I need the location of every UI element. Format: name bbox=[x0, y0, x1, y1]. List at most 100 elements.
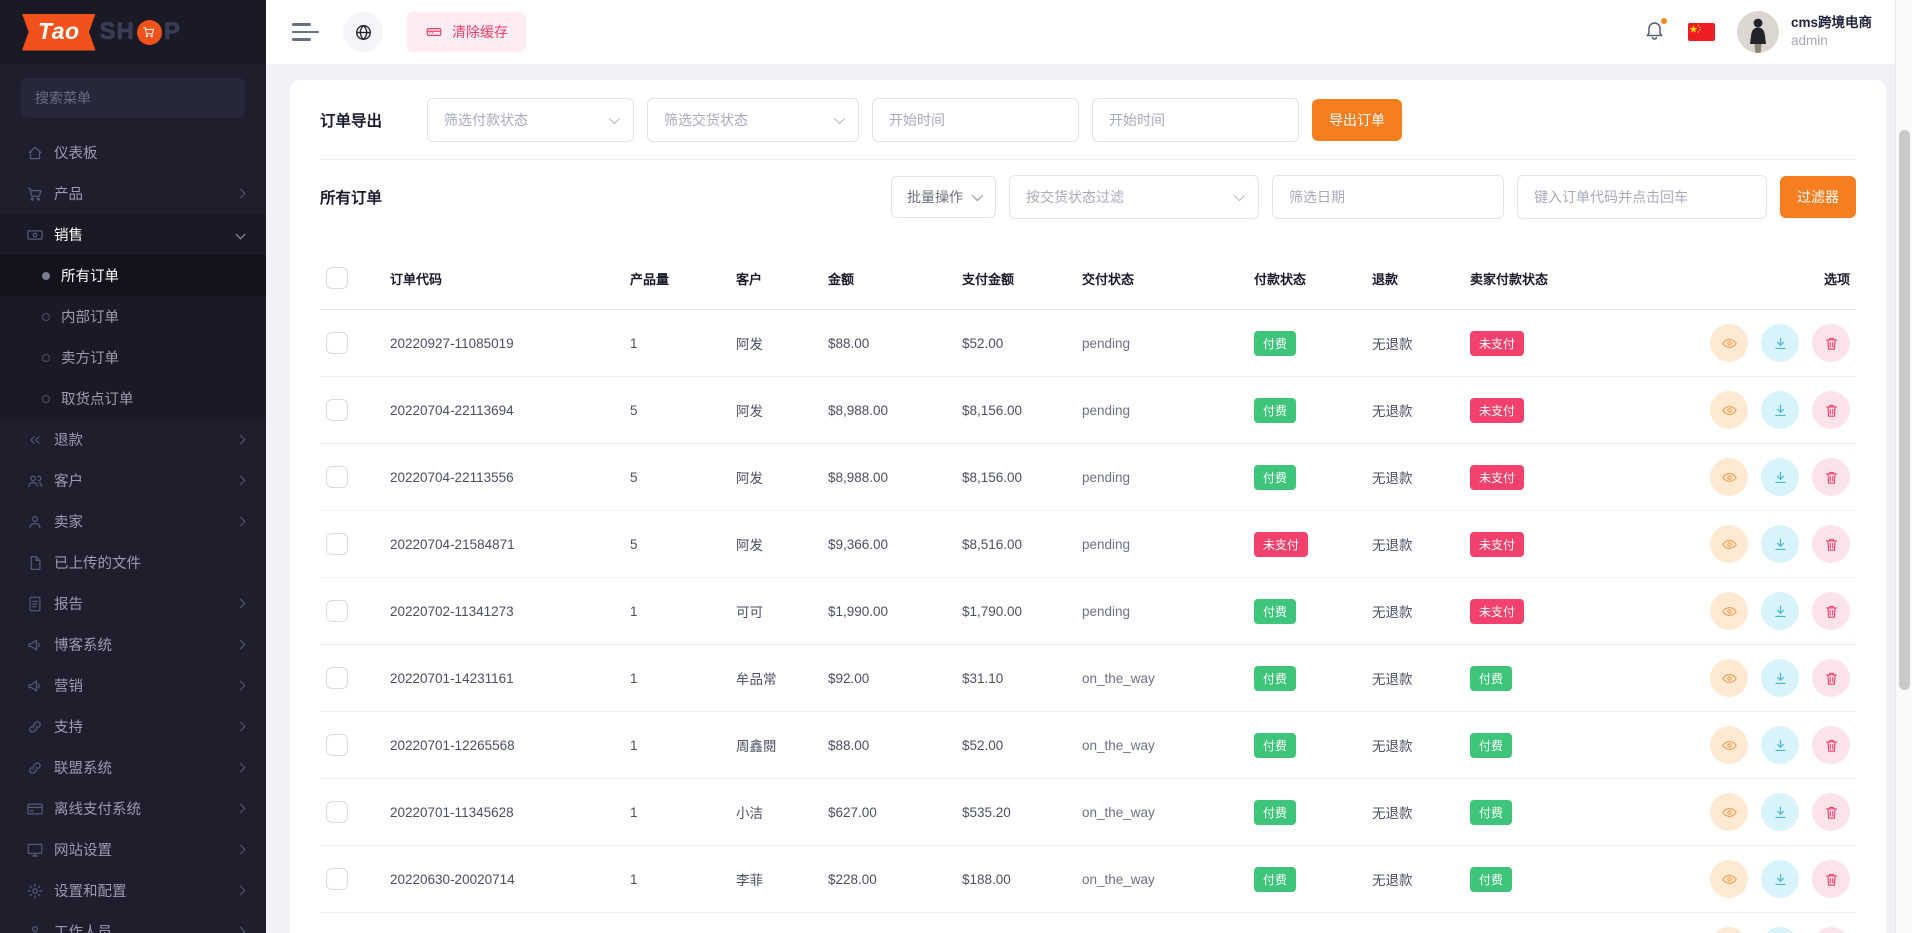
export-orders-button[interactable]: 导出订单 bbox=[1312, 99, 1402, 141]
quantity-cell: 1 bbox=[624, 578, 730, 645]
sidebar-item-support[interactable]: 支持 bbox=[0, 706, 266, 747]
row-checkbox[interactable] bbox=[326, 332, 348, 354]
banknote-icon bbox=[26, 226, 44, 244]
delete-order-button[interactable] bbox=[1812, 391, 1850, 429]
download-icon bbox=[1772, 402, 1789, 419]
download-order-button[interactable] bbox=[1761, 324, 1799, 362]
sidebar-item-uploaded-files[interactable]: 已上传的文件 bbox=[0, 542, 266, 583]
view-order-button[interactable] bbox=[1710, 324, 1748, 362]
user-menu[interactable]: cms跨境电商 admin bbox=[1737, 11, 1872, 53]
delete-order-button[interactable] bbox=[1812, 927, 1850, 933]
china-flag-icon[interactable] bbox=[1688, 23, 1715, 41]
chevron-right-icon bbox=[236, 435, 246, 445]
sidebar-item-label: 产品 bbox=[54, 183, 237, 204]
payment-status-badge: 付费 bbox=[1254, 398, 1296, 423]
amount-cell: $55.00 bbox=[822, 913, 956, 933]
date-filter-input[interactable] bbox=[1272, 175, 1504, 219]
delete-order-button[interactable] bbox=[1812, 860, 1850, 898]
row-checkbox[interactable] bbox=[326, 466, 348, 488]
sidebar-item-sellers[interactable]: 卖家 bbox=[0, 501, 266, 542]
sidebar-item-settings[interactable]: 设置和配置 bbox=[0, 870, 266, 911]
chevron-right-icon bbox=[236, 804, 246, 814]
view-order-button[interactable] bbox=[1710, 391, 1748, 429]
download-order-button[interactable] bbox=[1761, 391, 1799, 429]
scrollbar-thumb[interactable] bbox=[1899, 130, 1910, 690]
home-icon bbox=[26, 144, 44, 162]
sidebar-item-staff[interactable]: 工作人员 bbox=[0, 911, 266, 933]
delivery-status-cell: on_the_way bbox=[1076, 913, 1248, 933]
row-checkbox[interactable] bbox=[326, 667, 348, 689]
sidebar-item-seller-orders[interactable]: 卖方订单 bbox=[0, 337, 266, 378]
sidebar-item-refunds[interactable]: 退款 bbox=[0, 419, 266, 460]
view-order-button[interactable] bbox=[1710, 927, 1748, 933]
sidebar-item-inhouse-orders[interactable]: 内部订单 bbox=[0, 296, 266, 337]
seller-payment-status-badge: 未支付 bbox=[1470, 532, 1524, 557]
view-order-button[interactable] bbox=[1710, 592, 1748, 630]
sidebar-item-marketing[interactable]: 营销 bbox=[0, 665, 266, 706]
delivery-status-select[interactable]: 筛选交货状态 bbox=[647, 98, 859, 142]
delete-order-button[interactable] bbox=[1812, 659, 1850, 697]
download-order-button[interactable] bbox=[1761, 525, 1799, 563]
refund-cell: 无退款 bbox=[1366, 444, 1464, 511]
sidebar-item-pickup-orders[interactable]: 取货点订单 bbox=[0, 378, 266, 419]
bulk-action-button[interactable]: 批量操作 bbox=[891, 176, 996, 218]
view-order-button[interactable] bbox=[1710, 659, 1748, 697]
download-order-button[interactable] bbox=[1761, 458, 1799, 496]
download-order-button[interactable] bbox=[1761, 860, 1799, 898]
sidebar-item-offline-payment[interactable]: 离线支付系统 bbox=[0, 788, 266, 829]
view-order-button[interactable] bbox=[1710, 458, 1748, 496]
delete-order-button[interactable] bbox=[1812, 793, 1850, 831]
row-checkbox[interactable] bbox=[326, 801, 348, 823]
export-start-time-input[interactable] bbox=[872, 98, 1079, 142]
delete-order-button[interactable] bbox=[1812, 324, 1850, 362]
select-all-checkbox[interactable] bbox=[326, 267, 348, 289]
delete-order-button[interactable] bbox=[1812, 458, 1850, 496]
sidebar-item-all-orders[interactable]: 所有订单 bbox=[0, 255, 266, 296]
payment-status-select[interactable]: 筛选付款状态 bbox=[427, 98, 634, 142]
submenu: 所有订单 内部订单 卖方订单 取货点订单 bbox=[0, 255, 266, 419]
sidebar-item-website-setup[interactable]: 网站设置 bbox=[0, 829, 266, 870]
sidebar-item-blog-system[interactable]: 博客系统 bbox=[0, 624, 266, 665]
sidebar-item-dashboard[interactable]: 仪表板 bbox=[0, 132, 266, 173]
order-code-filter-input[interactable] bbox=[1517, 175, 1767, 219]
trash-icon bbox=[1823, 469, 1840, 486]
sidebar-subitem-label: 卖方订单 bbox=[61, 347, 119, 368]
delete-order-button[interactable] bbox=[1812, 592, 1850, 630]
filter-button[interactable]: 过滤器 bbox=[1780, 176, 1856, 218]
app-logo[interactable]: Tao SH P bbox=[0, 0, 266, 64]
hamburger-menu-icon[interactable] bbox=[290, 19, 321, 44]
download-order-button[interactable] bbox=[1761, 659, 1799, 697]
sidebar-item-products[interactable]: 产品 bbox=[0, 173, 266, 214]
row-checkbox[interactable] bbox=[326, 868, 348, 890]
export-end-time-input[interactable] bbox=[1092, 98, 1299, 142]
sidebar-item-sales[interactable]: 销售 bbox=[0, 214, 266, 255]
download-order-button[interactable] bbox=[1761, 927, 1799, 933]
view-order-button[interactable] bbox=[1710, 525, 1748, 563]
sidebar-item-reports[interactable]: 报告 bbox=[0, 583, 266, 624]
delete-order-button[interactable] bbox=[1812, 726, 1850, 764]
view-order-button[interactable] bbox=[1710, 860, 1748, 898]
sidebar-item-customers[interactable]: 客户 bbox=[0, 460, 266, 501]
payment-status-badge: 付费 bbox=[1254, 800, 1296, 825]
notifications-bell-icon[interactable] bbox=[1643, 18, 1666, 46]
row-checkbox[interactable] bbox=[326, 600, 348, 622]
download-order-button[interactable] bbox=[1761, 592, 1799, 630]
sidebar-search-input[interactable] bbox=[21, 78, 245, 118]
sidebar-item-label: 卖家 bbox=[54, 511, 237, 532]
language-globe-button[interactable] bbox=[343, 12, 383, 52]
refund-cell: 无退款 bbox=[1366, 511, 1464, 578]
row-checkbox[interactable] bbox=[326, 734, 348, 756]
bullet-icon bbox=[42, 272, 50, 280]
row-checkbox[interactable] bbox=[326, 533, 348, 555]
row-checkbox[interactable] bbox=[326, 399, 348, 421]
delete-order-button[interactable] bbox=[1812, 525, 1850, 563]
view-order-button[interactable] bbox=[1710, 793, 1748, 831]
sidebar-item-label: 销售 bbox=[54, 224, 237, 245]
clear-cache-button[interactable]: 清除缓存 bbox=[407, 12, 526, 52]
view-order-button[interactable] bbox=[1710, 726, 1748, 764]
chevron-down-icon bbox=[236, 230, 246, 240]
delivery-filter-select[interactable]: 按交货状态过滤 bbox=[1009, 175, 1259, 219]
sidebar-item-affiliate-system[interactable]: 联盟系统 bbox=[0, 747, 266, 788]
download-order-button[interactable] bbox=[1761, 793, 1799, 831]
download-order-button[interactable] bbox=[1761, 726, 1799, 764]
